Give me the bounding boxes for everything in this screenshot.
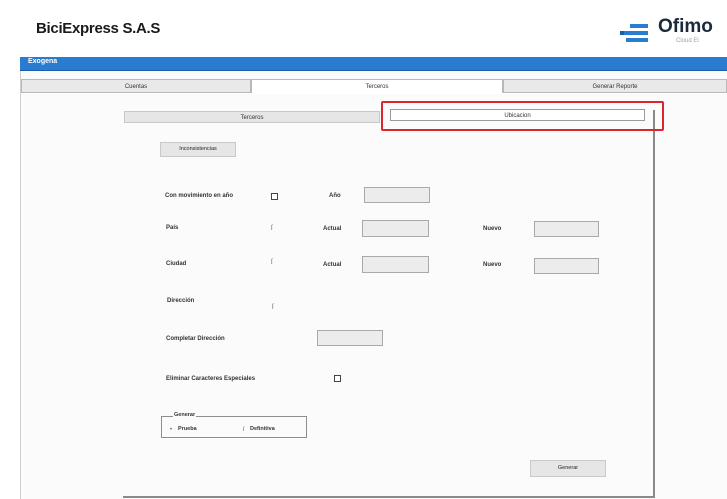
generar-button[interactable]: Generar	[530, 460, 606, 477]
pais-nuevo-field[interactable]	[534, 221, 599, 237]
ciudad-actual-field[interactable]	[362, 256, 429, 273]
ciudad-label: Ciudad	[166, 261, 187, 267]
pais-radio[interactable]: ſ	[271, 225, 273, 232]
ciudad-radio[interactable]: ſ	[271, 259, 273, 266]
generar-group-label: Generar	[173, 412, 197, 418]
highlight-box	[381, 101, 664, 131]
anio-label: Año	[329, 193, 341, 199]
anio-field[interactable]	[364, 187, 430, 203]
pais-label: País	[166, 225, 179, 231]
tab-generar-reporte[interactable]: Generar Reporte	[503, 79, 727, 93]
prueba-radio[interactable]: •	[170, 427, 172, 434]
ubicacion-panel	[123, 110, 655, 498]
completar-direccion-field[interactable]	[317, 330, 383, 346]
window-titlebar: Exogena	[20, 57, 727, 71]
ciudad-nuevo-field[interactable]	[534, 258, 599, 274]
con-movimiento-checkbox[interactable]	[271, 193, 278, 200]
con-movimiento-label: Con movimiento en año	[165, 193, 234, 199]
prueba-label: Prueba	[178, 426, 197, 432]
ciudad-nuevo-label: Nuevo	[483, 262, 502, 268]
definitiva-radio[interactable]: ſ	[243, 427, 244, 434]
logo-text: Ofimo	[658, 16, 713, 37]
logo-subtext: Cloud El	[676, 38, 699, 44]
direccion-label: Dirección	[167, 298, 195, 304]
subtab-terceros[interactable]: Terceros	[124, 111, 380, 123]
tab-terceros[interactable]: Terceros	[251, 79, 503, 93]
pais-nuevo-label: Nuevo	[483, 226, 502, 232]
ofimatica-logo-icon	[620, 24, 648, 42]
brand-logo: Ofimo Cloud El	[618, 16, 727, 46]
main-tabs: Cuentas Terceros Generar Reporte	[21, 79, 727, 94]
window-title: Exogena	[28, 58, 58, 65]
eliminar-caracteres-checkbox[interactable]	[334, 375, 341, 382]
tab-cuentas[interactable]: Cuentas	[21, 79, 251, 93]
direccion-radio[interactable]: ſ	[272, 304, 274, 311]
pais-actual-field[interactable]	[362, 220, 429, 237]
eliminar-caracteres-label: Eliminar Caracteres Especiales	[166, 376, 256, 382]
pais-actual-label: Actual	[323, 226, 342, 232]
ciudad-actual-label: Actual	[323, 262, 342, 268]
inconsistencias-button[interactable]: Inconsistencias	[160, 142, 236, 157]
completar-direccion-label: Completar Dirección	[166, 336, 225, 342]
definitiva-label: Definitiva	[250, 426, 275, 432]
company-name: BiciExpress S.A.S	[36, 20, 161, 37]
